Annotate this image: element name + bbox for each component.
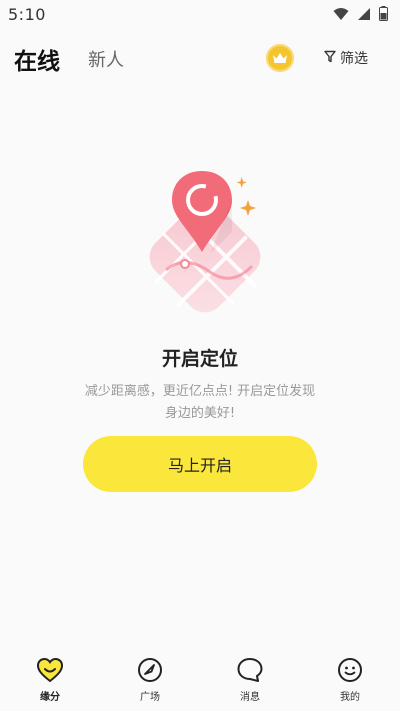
vip-crown-button[interactable]	[266, 44, 294, 72]
nav-label-messages: 消息	[240, 692, 260, 703]
signal-icon	[357, 6, 371, 25]
filter-button[interactable]: 筛选	[324, 48, 368, 68]
empty-state-title: 开启定位	[161, 348, 238, 370]
battery-icon	[379, 6, 388, 25]
enable-location-button[interactable]: 马上开启	[83, 436, 317, 492]
crown-icon	[272, 49, 288, 68]
sparkle-icon	[236, 177, 247, 189]
nav-item-messages[interactable]: 消息	[200, 650, 300, 711]
empty-state-description: 减少距离感，更近亿点点! 开启定位发现身边的美好!	[84, 384, 316, 421]
filter-label: 筛选	[340, 51, 368, 67]
nav-label-me: 我的	[340, 692, 360, 703]
location-illustration	[140, 162, 270, 322]
tab-online[interactable]: 在线	[14, 42, 60, 76]
heart-icon	[36, 656, 64, 684]
filter-icon	[324, 50, 336, 67]
nav-item-square[interactable]: 广场	[100, 650, 200, 711]
nav-label-square: 广场	[140, 692, 160, 703]
top-header: 在线 新人 筛选	[0, 36, 400, 80]
nav-item-fate[interactable]: 缘分	[0, 650, 100, 711]
status-icons	[333, 6, 388, 25]
status-time: 5:10	[8, 5, 46, 24]
wifi-icon	[333, 6, 349, 25]
nav-item-me[interactable]: 我的	[300, 650, 400, 711]
chat-bubble-icon	[236, 656, 264, 684]
sparkle-icon	[240, 200, 256, 216]
tab-new[interactable]: 新人	[88, 46, 124, 72]
compass-icon	[136, 656, 164, 684]
bottom-nav: 缘分 广场 消息 我的	[0, 650, 400, 711]
screen: 5:10 在线 新人 筛选 开启定位 减少距离感，更近亿点点! 开启定位发现身边…	[0, 0, 400, 711]
nav-label-fate: 缘分	[40, 692, 60, 703]
smiley-icon	[336, 656, 364, 684]
status-bar: 5:10	[0, 0, 400, 30]
